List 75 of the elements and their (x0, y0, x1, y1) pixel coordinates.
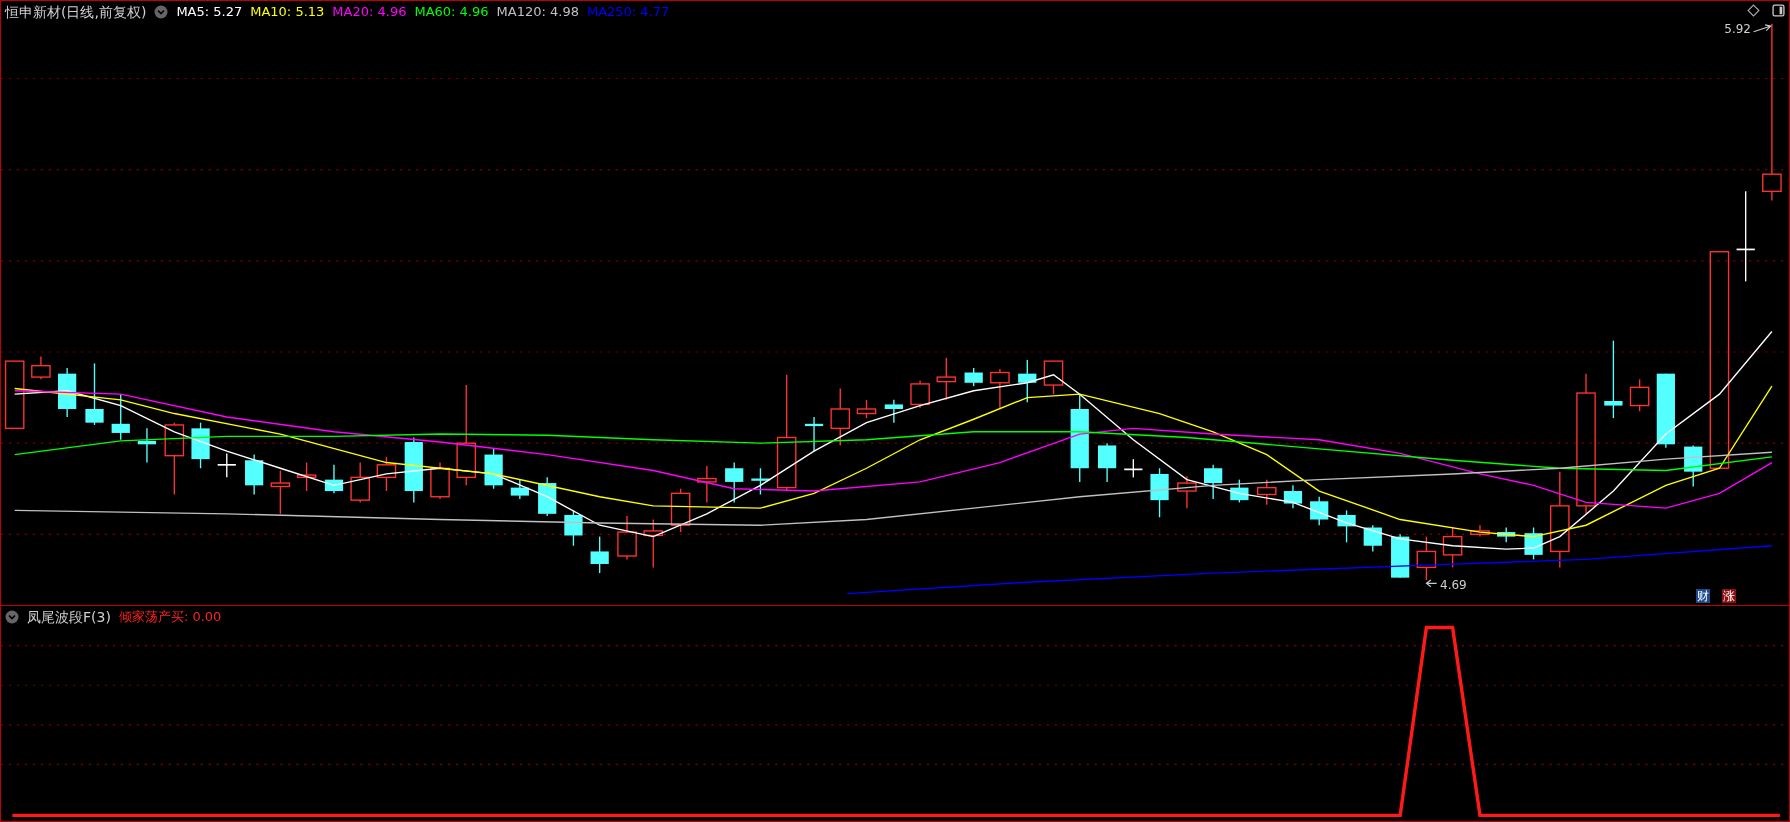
low-price-label: 4.69 (1440, 578, 1467, 592)
candlestick (216, 452, 237, 479)
candlestick (324, 464, 344, 494)
candlestick (1363, 524, 1382, 553)
candlestick (884, 399, 903, 424)
candlestick (830, 387, 851, 447)
candlestick (137, 427, 157, 464)
candlestick (1043, 360, 1064, 395)
indicator-title: 凤尾波段F(3) (27, 609, 111, 625)
candlestick (910, 379, 930, 409)
candlestick (1524, 526, 1543, 561)
candlestick (85, 362, 104, 426)
candlestick (964, 367, 983, 387)
candlestick (617, 515, 637, 561)
candlestick (245, 453, 264, 496)
candlestick (430, 461, 450, 500)
high-price-label: 5.92 (1724, 22, 1751, 36)
candlestick (1204, 464, 1223, 500)
indicator-reading: 倾家荡产买: 0.00 (118, 609, 222, 625)
candlestick (4, 360, 25, 430)
candlestick (350, 461, 370, 504)
leader-line (1753, 24, 1772, 33)
candlestick (296, 461, 317, 492)
candlestick (670, 488, 691, 533)
candlestick (1391, 533, 1410, 579)
candlestick (1230, 478, 1249, 504)
candlestick (1629, 378, 1650, 412)
candlestick (697, 465, 717, 504)
candlestick (725, 461, 744, 504)
candlestick (1470, 524, 1490, 538)
candlestick (1310, 496, 1329, 526)
candlestick (1018, 359, 1037, 403)
candlestick (1442, 526, 1463, 569)
candlestick (751, 467, 770, 496)
candlestick (484, 448, 503, 490)
moving-average-value: MA5: 5.27 (176, 4, 243, 20)
candlestick (376, 456, 397, 492)
candlestick (990, 368, 1010, 410)
leader-line (1425, 579, 1438, 588)
candlestick (510, 478, 529, 500)
candlestick (1150, 467, 1169, 518)
candlestick (404, 436, 423, 504)
candlestick (643, 518, 664, 569)
candlestick (1097, 442, 1117, 483)
panel-toggle-icon[interactable] (1772, 4, 1785, 17)
candlestick (111, 393, 130, 441)
candlestick (1337, 509, 1356, 543)
chart-title: 恒申新材(日线,前复权) (5, 4, 147, 20)
candlestick (1177, 475, 1197, 509)
moving-average-value: MA20: 4.96 (332, 4, 407, 20)
candlestick (1416, 535, 1437, 581)
candlestick (856, 399, 877, 419)
moving-average-value: MA60: 4.96 (414, 4, 489, 20)
candlestick (564, 509, 583, 547)
candlestick (1283, 484, 1303, 509)
chevron-down-icon[interactable] (154, 5, 169, 19)
candlestick (270, 469, 291, 515)
candlestick (1497, 526, 1516, 543)
moving-average-value: MA120: 4.98 (496, 4, 579, 20)
moving-average-value: MA10: 5.13 (250, 4, 325, 20)
chevron-down-icon[interactable] (5, 610, 19, 624)
candlestick (58, 367, 77, 418)
finance-badge[interactable]: 财 (1696, 589, 1710, 603)
candlestick (590, 535, 609, 574)
candlestick (538, 476, 557, 517)
candlestick (31, 355, 51, 381)
candlestick (191, 421, 210, 469)
price-rise-badge[interactable]: 涨 (1722, 589, 1736, 603)
candlestick (1123, 458, 1144, 479)
candlestick (1684, 444, 1703, 488)
candlestick (936, 357, 957, 401)
candlestick (804, 416, 824, 452)
candlestick (1256, 478, 1277, 506)
diamond-icon[interactable] (1747, 4, 1760, 17)
moving-average-value: MA250: 4.77 (586, 4, 670, 20)
